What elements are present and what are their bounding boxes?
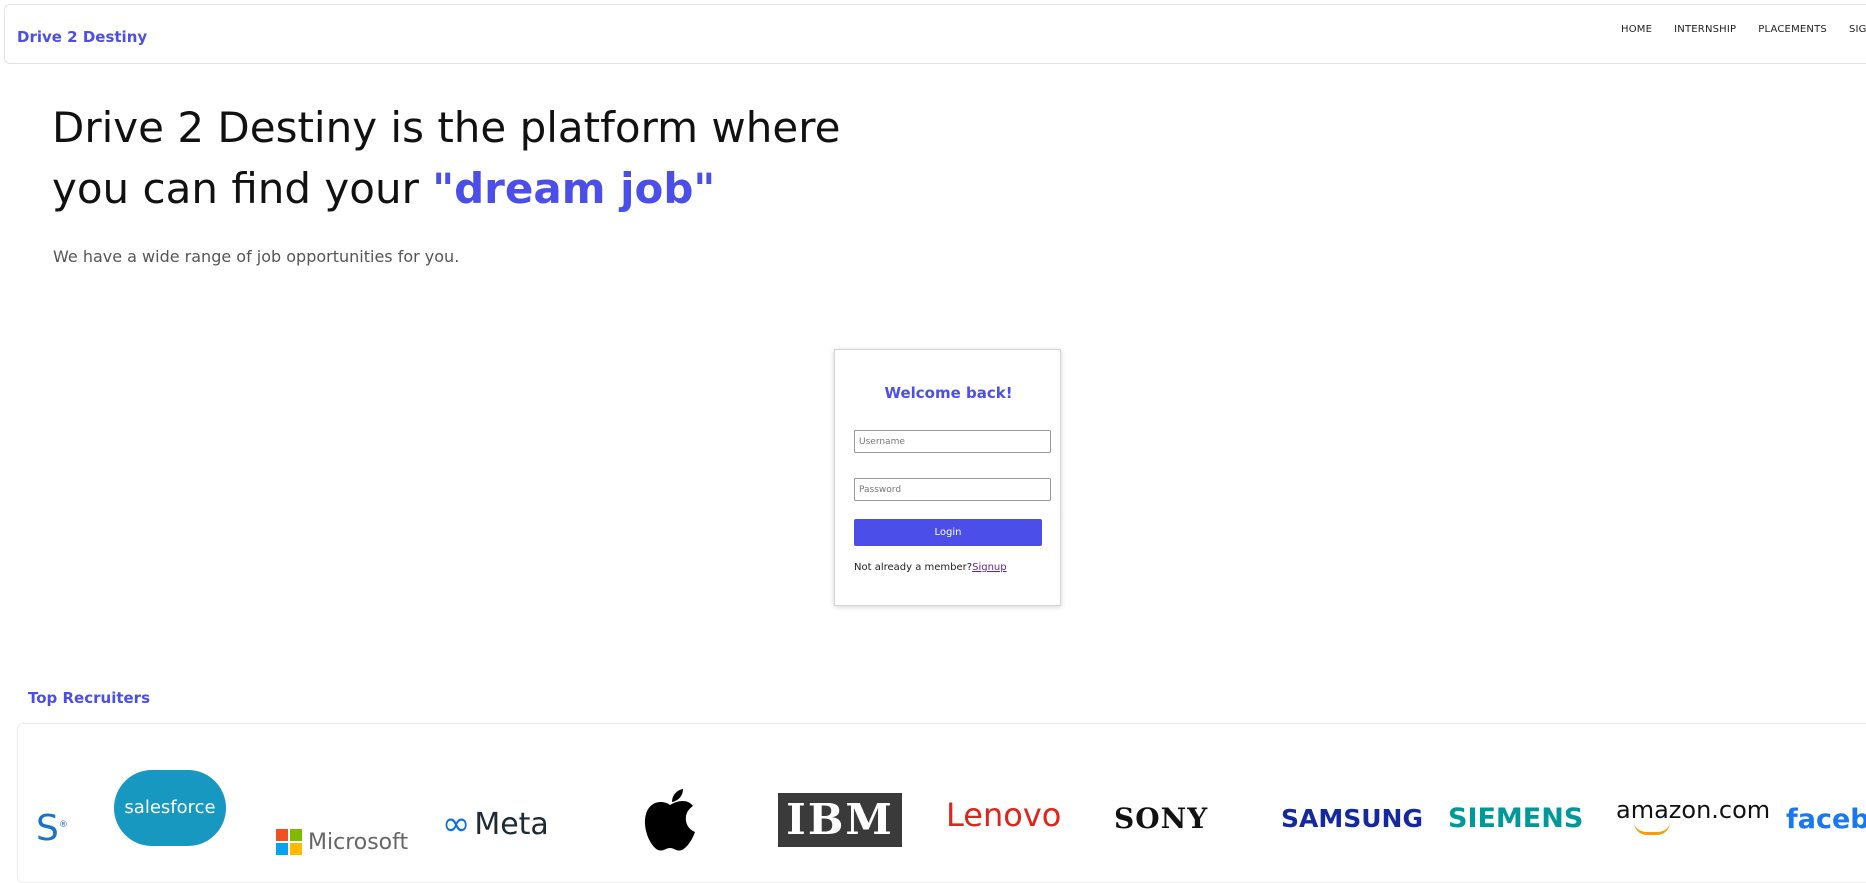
signup-prompt-text: Not already a member? [854, 562, 973, 573]
nav-item-placements[interactable]: PLACEMENTS [1758, 24, 1827, 35]
samsung-logo: SAMSUNG [1281, 804, 1423, 833]
ibm-logo: IBM [778, 793, 902, 847]
nav-item-signup[interactable]: SIGNUP [1849, 24, 1866, 35]
nav-item-home[interactable]: HOME [1621, 24, 1652, 35]
login-title: Welcome back! [884, 384, 1013, 402]
facebook-logo: faceb [1786, 804, 1866, 835]
hero-heading: Drive 2 Destiny is the platform where yo… [52, 97, 912, 219]
lenovo-logo: Lenovo [946, 796, 1062, 834]
partial-logo: S® [36, 808, 68, 849]
meta-infinity-icon: ∞ [442, 804, 471, 844]
sony-logo: SONY [1114, 802, 1209, 835]
hero-subtitle: We have a wide range of job opportunitie… [53, 247, 460, 266]
brand-logo[interactable]: Drive 2 Destiny [17, 28, 147, 46]
microsoft-logo: Microsoft [276, 829, 408, 855]
recruiters-logo-strip[interactable]: S® salesforce Microsoft ∞ Meta IBM Lenov… [17, 723, 1866, 883]
recruiters-heading: Top Recruiters [28, 689, 151, 707]
apple-logo [642, 788, 698, 856]
hero-line-1: Drive 2 Destiny is the platform where [52, 103, 841, 152]
signup-prompt: Not already a member?Signup [854, 562, 1007, 573]
hero-line-2: you can find your [52, 164, 433, 213]
meta-wordmark: Meta [474, 806, 549, 842]
signup-link[interactable]: Signup [972, 562, 1007, 573]
login-button[interactable]: Login [854, 519, 1042, 546]
amazon-smile-icon [1634, 822, 1670, 835]
salesforce-logo: salesforce [114, 770, 226, 846]
hero-highlight: "dream job" [432, 164, 716, 213]
microsoft-icon [276, 829, 302, 855]
password-input[interactable] [854, 478, 1051, 501]
amazon-logo: amazon.com [1616, 796, 1771, 835]
username-input[interactable] [854, 430, 1051, 453]
login-card: Welcome back! Login Not already a member… [834, 349, 1061, 606]
amazon-wordmark: amazon.com [1616, 796, 1771, 824]
nav-menu: HOME INTERNSHIP PLACEMENTS SIGNUP [1621, 24, 1866, 35]
top-navbar: Drive 2 Destiny HOME INTERNSHIP PLACEMEN… [4, 4, 1866, 64]
apple-icon [644, 789, 695, 851]
nav-item-internship[interactable]: INTERNSHIP [1674, 24, 1736, 35]
microsoft-wordmark: Microsoft [308, 829, 409, 855]
siemens-logo: SIEMENS [1448, 803, 1584, 834]
partial-logo-text: S [36, 808, 59, 849]
meta-logo: ∞ Meta [442, 804, 549, 844]
registered-mark: ® [58, 820, 68, 830]
